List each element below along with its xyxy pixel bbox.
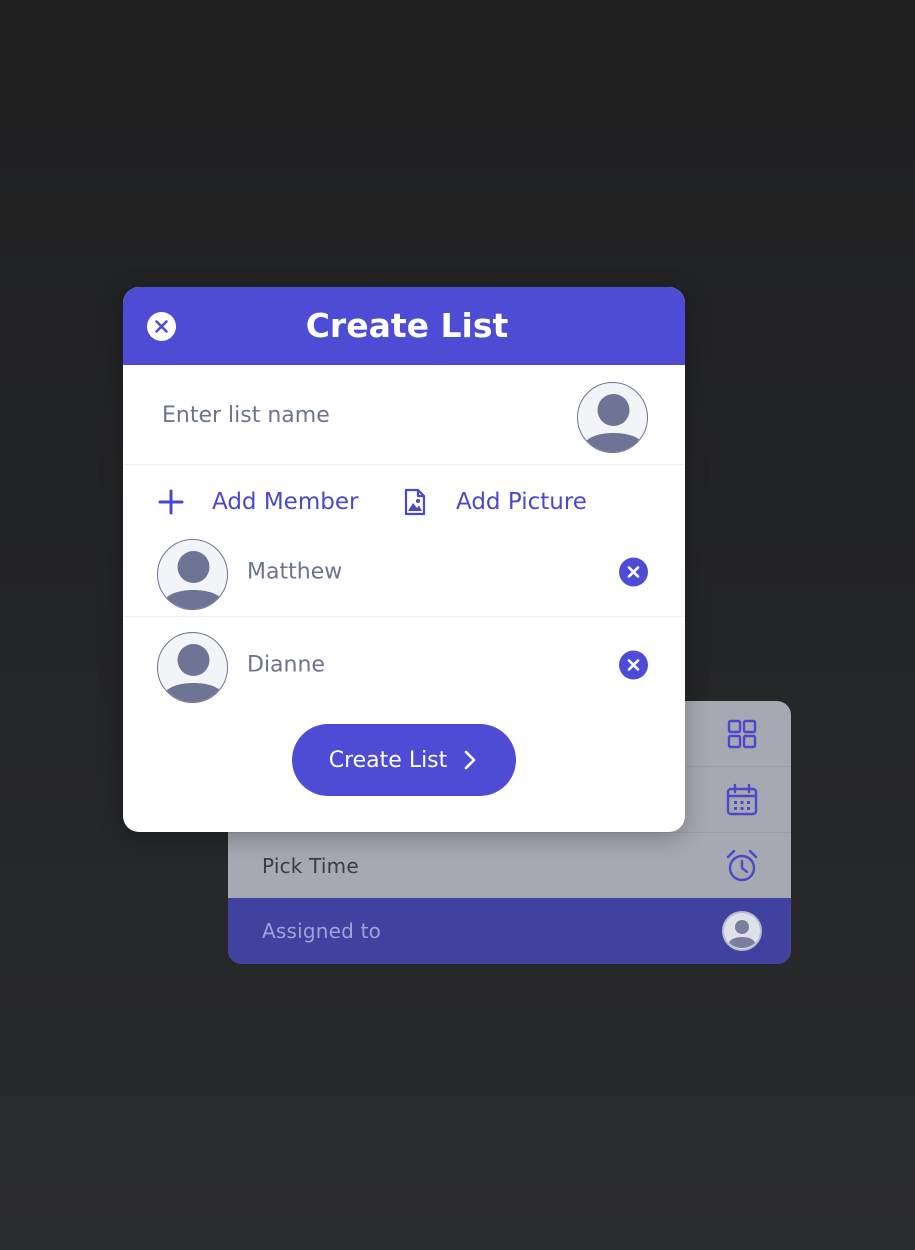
action-row: Add Member Add Picture — [123, 477, 685, 527]
plus-icon — [158, 489, 184, 515]
dialog-title: Create List — [305, 306, 509, 345]
member-name: Dianne — [247, 652, 325, 678]
assigned-to-label: Assigned to — [262, 919, 382, 943]
alarm-clock-icon — [726, 849, 758, 881]
user-avatar-icon — [164, 551, 223, 609]
image-file-icon — [404, 488, 426, 516]
add-member-label: Add Member — [212, 489, 359, 515]
add-picture-button[interactable]: Add Picture — [401, 477, 587, 527]
pick-time-label: Pick Time — [262, 853, 359, 878]
add-member-button[interactable]: Add Member — [157, 477, 358, 527]
chevron-right-icon — [464, 750, 476, 770]
member-name: Matthew — [247, 559, 343, 584]
grid-icon — [727, 719, 757, 748]
calendar-icon — [726, 783, 758, 815]
dialog-header: Create List — [123, 287, 685, 365]
option-row-pick-time[interactable]: Pick Time — [228, 833, 791, 899]
create-list-dialog: Create List Add Member Add Pic — [123, 287, 685, 832]
member-row: Dianne — [123, 620, 685, 710]
list-name-input[interactable] — [147, 391, 547, 439]
create-list-label: Create List — [328, 747, 448, 773]
member-avatar — [157, 539, 228, 610]
member-avatar — [157, 632, 228, 703]
remove-member-button[interactable] — [619, 650, 648, 680]
user-avatar-icon — [584, 394, 643, 452]
remove-member-button[interactable] — [619, 557, 648, 586]
add-picture-label: Add Picture — [456, 489, 587, 515]
list-name-row — [123, 365, 685, 465]
user-circle-icon — [722, 911, 762, 951]
close-icon — [627, 565, 640, 578]
close-icon — [627, 659, 640, 671]
list-avatar[interactable] — [577, 382, 648, 453]
user-avatar-icon — [164, 644, 223, 702]
member-row: Matthew — [123, 527, 685, 617]
option-row-assigned-to[interactable]: Assigned to — [228, 898, 791, 964]
create-list-button[interactable]: Create List — [292, 724, 516, 796]
